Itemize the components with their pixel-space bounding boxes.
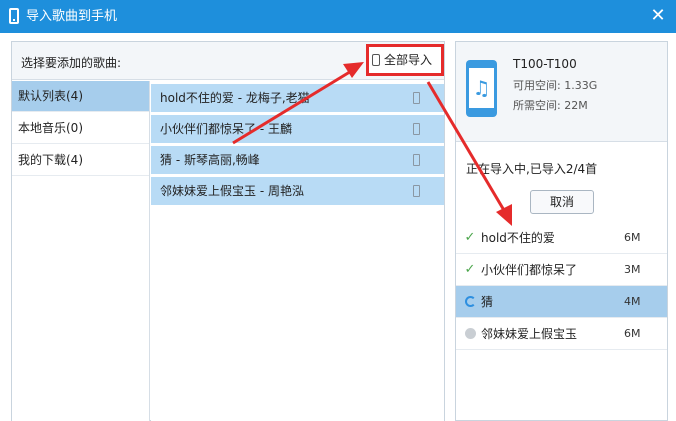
queue-item[interactable]: ✓ hold不住的爱 6M <box>456 222 667 254</box>
song-title: 小伙伴们都惊呆了 - 王麟 <box>160 122 292 136</box>
window-title: 导入歌曲到手机 <box>26 9 118 24</box>
cancel-button[interactable]: 取消 <box>530 190 594 214</box>
close-icon[interactable]: ✕ <box>648 6 668 26</box>
song-title: hold不住的爱 - 龙梅子,老猫 <box>160 91 310 105</box>
queue-song-size: 4M <box>624 295 641 308</box>
device-panel: ♫ T100-T100 可用空间: 1.33G 所需空间: 22M 正在导入中,… <box>455 41 668 421</box>
check-icon: ✓ <box>464 230 476 245</box>
title-bar: 导入歌曲到手机 ✕ <box>0 0 676 33</box>
queue-song-size: 3M <box>624 263 641 276</box>
queue-song-name: 邻妹妹爱上假宝玉 <box>481 327 578 341</box>
needed-space: 所需空间: 22M <box>513 99 588 112</box>
queue-song-size: 6M <box>624 327 641 340</box>
phone-icon <box>9 8 19 24</box>
device-name: T100-T100 <box>513 57 577 71</box>
phone-music-icon: ♫ <box>466 60 497 117</box>
song-title: 猜 - 斯琴高丽,畅峰 <box>160 153 260 167</box>
free-space: 可用空间: 1.33G <box>513 79 598 92</box>
loading-spinner-icon <box>463 286 477 319</box>
import-all-label: 全部导入 <box>384 53 433 67</box>
phone-icon <box>413 185 420 197</box>
category-item-downloads[interactable]: 我的下载(4) <box>12 145 149 176</box>
queue-song-size: 6M <box>624 231 641 244</box>
queue-item[interactable]: 邻妹妹爱上假宝玉 6M <box>456 318 667 350</box>
device-info: ♫ T100-T100 可用空间: 1.33G 所需空间: 22M <box>456 42 667 142</box>
phone-icon <box>413 154 420 166</box>
song-list: hold不住的爱 - 龙梅子,老猫 小伙伴们都惊呆了 - 王麟 猜 - 斯琴高丽… <box>151 81 444 421</box>
clock-icon <box>463 318 477 351</box>
song-row[interactable]: hold不住的爱 - 龙梅子,老猫 <box>151 84 444 113</box>
song-row[interactable]: 邻妹妹爱上假宝玉 - 周艳泓 <box>151 177 444 206</box>
category-item-default[interactable]: 默认列表(4) <box>12 81 149 112</box>
queue-item[interactable]: ✓ 小伙伴们都惊呆了 3M <box>456 254 667 286</box>
select-songs-label: 选择要添加的歌曲: <box>21 56 122 70</box>
phone-icon <box>413 123 420 135</box>
song-source-panel: 选择要添加的歌曲: 全部导入 默认列表(4) 本地音乐(0) 我的下载(4) h… <box>11 41 445 421</box>
queue-song-name: 小伙伴们都惊呆了 <box>481 263 578 277</box>
check-icon: ✓ <box>464 262 476 277</box>
category-list: 默认列表(4) 本地音乐(0) 我的下载(4) <box>12 81 150 421</box>
song-source-header: 选择要添加的歌曲: 全部导入 <box>12 42 444 80</box>
import-all-button[interactable]: 全部导入 <box>366 44 444 76</box>
queue-song-name: 猜 <box>481 295 494 309</box>
queue-song-name: hold不住的爱 <box>481 231 555 245</box>
phone-icon <box>372 54 380 66</box>
song-row[interactable]: 小伙伴们都惊呆了 - 王麟 <box>151 115 444 144</box>
song-title: 邻妹妹爱上假宝玉 - 周艳泓 <box>160 184 304 198</box>
category-item-local-music[interactable]: 本地音乐(0) <box>12 113 149 144</box>
song-row[interactable]: 猜 - 斯琴高丽,畅峰 <box>151 146 444 175</box>
phone-icon <box>413 92 420 104</box>
queue-item-active[interactable]: 猜 4M <box>456 286 667 318</box>
import-status: 正在导入中,已导入2/4首 <box>466 162 598 176</box>
